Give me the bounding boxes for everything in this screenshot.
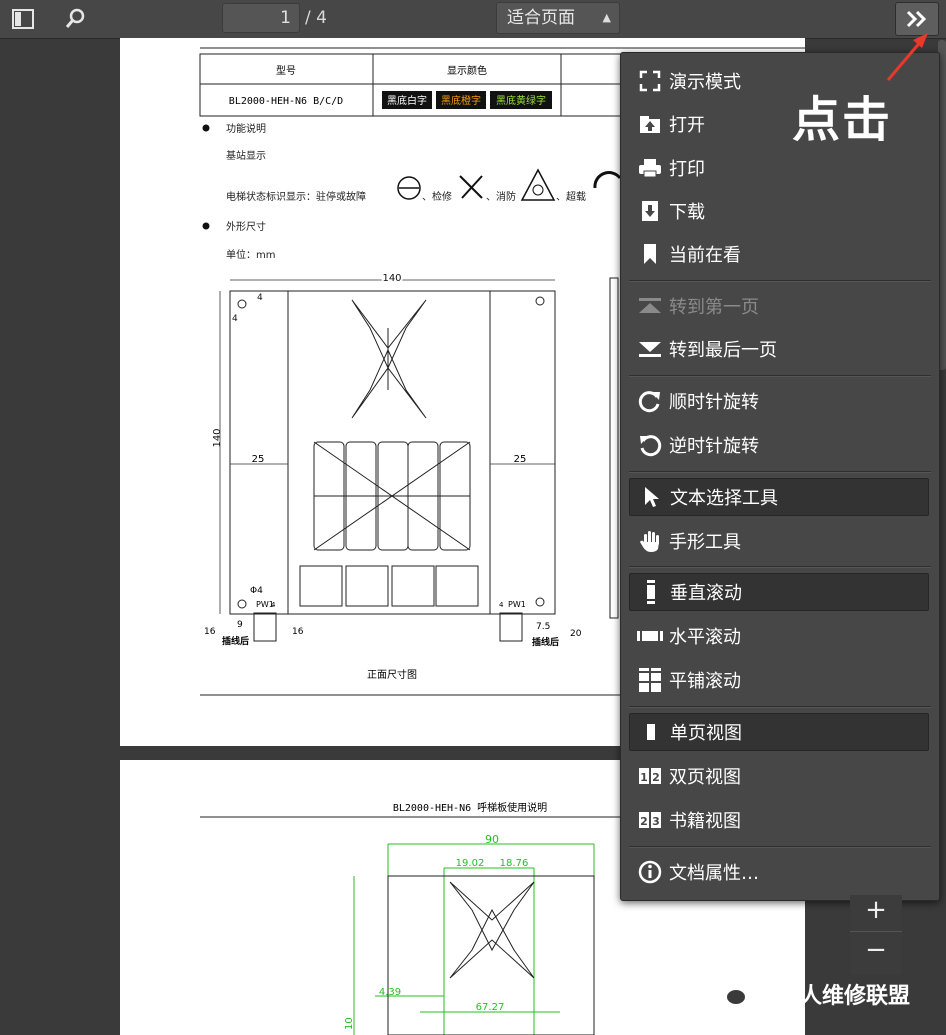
- annotation-click-text: 点击: [792, 92, 893, 148]
- zoom-out-button[interactable]: −: [850, 932, 902, 968]
- watermark: 电梯人维修联盟: [712, 978, 910, 1010]
- wechat-icon: [713, 981, 747, 1006]
- annotation-overlay: [886, 33, 928, 81]
- zoom-in-button[interactable]: +: [850, 895, 902, 931]
- annotation-arrow: [886, 39, 924, 81]
- zoom-controls: + −: [850, 895, 902, 975]
- watermark-text: 电梯人维修联盟: [756, 984, 911, 1009]
